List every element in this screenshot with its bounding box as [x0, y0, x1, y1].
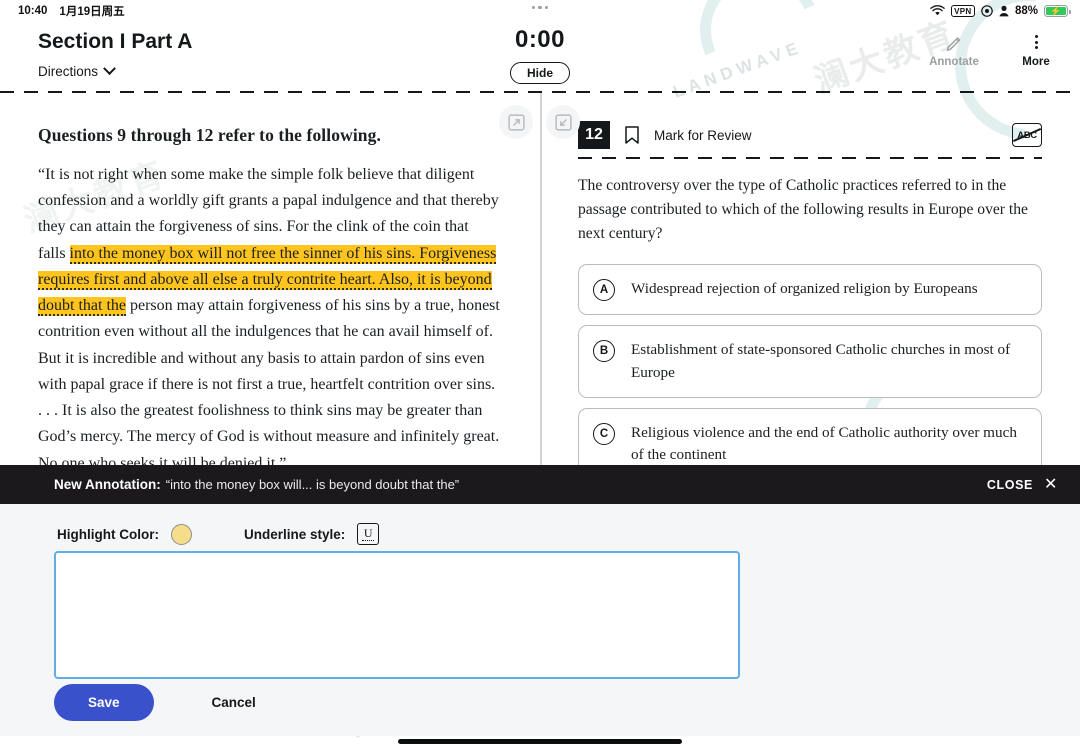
answer-choice-a[interactable]: A Widespread rejection of organized reli… — [578, 264, 1042, 316]
choice-letter: B — [593, 340, 615, 363]
question-divider — [578, 157, 1042, 159]
camera-dots-icon — [531, 6, 549, 10]
question-prompt: The controversy over the type of Catholi… — [578, 177, 1028, 243]
person-icon — [999, 5, 1009, 17]
annotation-editor-actions: Save Cancel — [54, 684, 256, 721]
more-label: More — [1022, 56, 1050, 68]
cancel-button[interactable]: Cancel — [212, 695, 256, 710]
choice-text: Religious violence and the end of Cathol… — [631, 423, 1017, 463]
annotate-label: Annotate — [929, 56, 979, 68]
passage-pane: Questions 9 through 12 refer to the foll… — [0, 93, 540, 505]
location-icon — [981, 5, 993, 17]
timer-display: 0:00 — [514, 26, 566, 53]
close-label: CLOSE — [986, 477, 1033, 492]
exam-app-window: 澜大教育 LANDWAVE LANDWAVE 澜大教育 LANDWAVE 澜大教… — [0, 0, 1080, 754]
wifi-icon — [929, 5, 945, 16]
header-divider — [0, 91, 1080, 93]
pencil-icon — [946, 37, 961, 51]
content-panes: Questions 9 through 12 refer to the foll… — [0, 93, 1080, 541]
question-pane: 12 Mark for Review ABC The controversy o… — [541, 93, 1080, 541]
chevron-down-icon — [103, 62, 116, 76]
battery-charging-icon: ⚡ — [1044, 5, 1071, 17]
choice-letter: C — [593, 422, 615, 445]
annotation-bar-quote: “into the money box will... is beyond do… — [165, 477, 460, 492]
status-date: 1月19日周五 — [59, 6, 125, 18]
choice-letter: A — [593, 279, 615, 302]
more-vertical-icon — [1034, 32, 1038, 52]
answer-choice-b[interactable]: B Establishment of state-sponsored Catho… — [578, 325, 1042, 398]
choice-text: Widespread rejection of organized religi… — [631, 280, 978, 298]
annotation-bar-title: New Annotation: — [54, 477, 161, 492]
more-button[interactable]: More — [1008, 32, 1064, 68]
highlight-color-swatch[interactable] — [170, 523, 192, 545]
expand-passage-pane-button[interactable] — [499, 105, 533, 139]
annotation-style-controls: Highlight Color: Underline style: U — [57, 523, 380, 545]
save-button[interactable]: Save — [54, 684, 154, 721]
highlight-color-label: Highlight Color: — [57, 526, 159, 542]
close-icon: ✕ — [1043, 475, 1058, 493]
directions-toggle[interactable]: Directions — [38, 62, 116, 79]
mark-for-review-label[interactable]: Mark for Review — [654, 128, 752, 143]
expand-left-icon — [507, 113, 525, 131]
passage-text-after: person may attain forgiveness of his sin… — [38, 297, 500, 472]
underline-style-label: Underline style: — [243, 526, 346, 542]
choice-text: Establishment of state-sponsored Catholi… — [631, 341, 1011, 381]
question-number-badge: 12 — [578, 121, 610, 149]
vpn-badge: VPN — [950, 5, 975, 17]
annotation-close-button[interactable]: CLOSE ✕ — [986, 475, 1058, 493]
bookmark-icon[interactable] — [624, 125, 640, 145]
passage-heading: Questions 9 through 12 refer to the foll… — [38, 125, 381, 145]
question-header: 12 Mark for Review ABC — [578, 121, 1042, 149]
dotted-underline-icon — [362, 540, 375, 542]
hide-timer-button[interactable]: Hide — [509, 62, 571, 84]
underline-style-glyph: U — [363, 525, 373, 540]
annotate-button[interactable]: Annotate — [926, 32, 982, 68]
home-indicator — [398, 739, 682, 744]
expand-question-pane-button[interactable] — [546, 105, 580, 139]
status-bar: 10:40 1月19日周五 VPN 88% ⚡ — [0, 0, 1080, 22]
annotation-bar: New Annotation: “into the money box will… — [0, 465, 1080, 504]
underline-style-button[interactable]: U — [357, 523, 380, 545]
annotation-note-input[interactable] — [54, 551, 740, 679]
exam-header: Section I Part A Directions 0:00 Hide An… — [0, 22, 1080, 92]
expand-right-icon — [554, 113, 572, 131]
passage-body: “It is not right when some make the simp… — [38, 162, 500, 477]
status-time: 10:40 — [18, 5, 48, 17]
directions-label: Directions — [38, 64, 99, 79]
battery-percent: 88% — [1014, 5, 1038, 17]
cross-out-abc-icon[interactable]: ABC — [1012, 123, 1042, 147]
